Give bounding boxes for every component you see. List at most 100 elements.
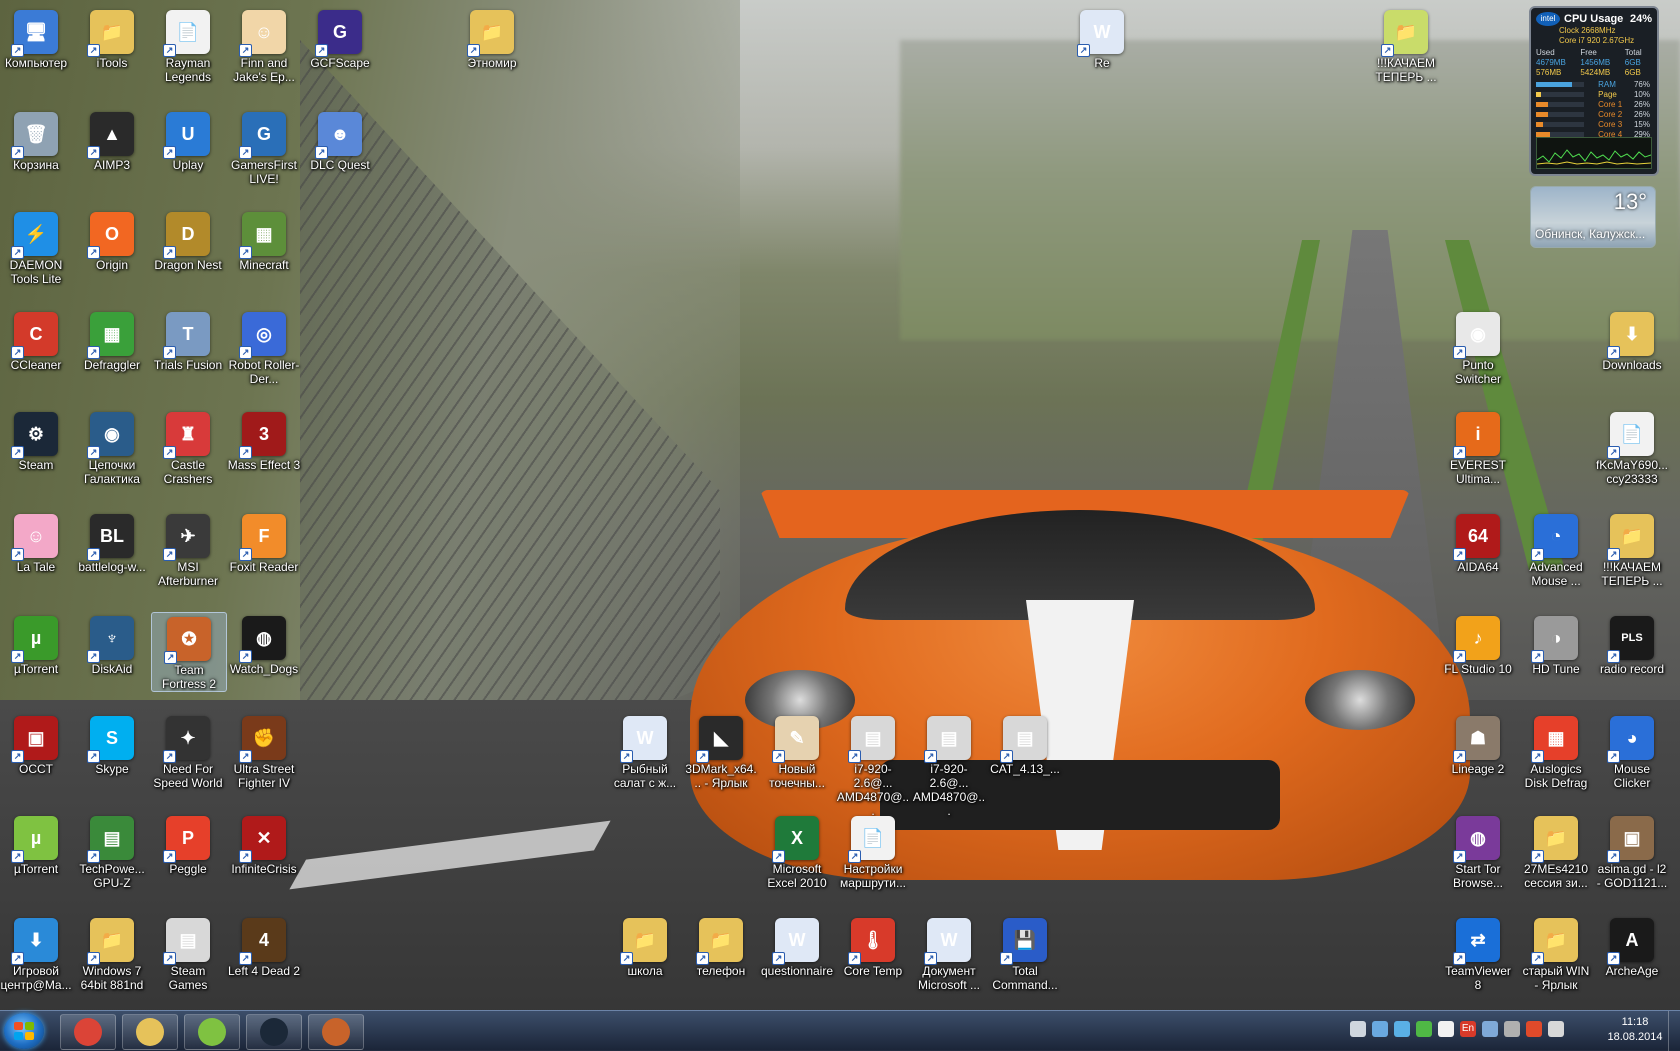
desktop-icon[interactable]: ♜ ↗ Castle Crashers — [151, 408, 225, 486]
desktop-icon[interactable]: 💾 ↗ Total Command... — [988, 914, 1062, 992]
desktop-icon[interactable]: G ↗ GamersFirst LIVE! — [227, 108, 301, 186]
desktop-icon[interactable]: X ↗ Microsoft Excel 2010 — [760, 812, 834, 890]
desktop-icon[interactable]: F ↗ Foxit Reader — [227, 510, 301, 574]
tray-icon[interactable] — [1482, 1021, 1498, 1037]
show-desktop-button[interactable] — [1668, 1011, 1680, 1051]
desktop-icon[interactable]: ⬇ ↗ Downloads — [1595, 308, 1669, 372]
desktop-icon[interactable]: ◔ ↗ Advanced Mouse ... — [1519, 510, 1593, 588]
desktop-icon[interactable]: ⚙ ↗ Steam — [0, 408, 73, 472]
desktop-icon[interactable]: ⬇ ↗ Игровой центр@Ma... — [0, 914, 73, 992]
desktop-icon[interactable]: ◉ ↗ Цепочки Галактика — [75, 408, 149, 486]
desktop-icon[interactable]: 📁 ↗ iTools — [75, 6, 149, 70]
desktop-icon[interactable]: BL ↗ battlelog-w... — [75, 510, 149, 574]
desktop-icon[interactable]: W ↗ questionnaire — [760, 914, 834, 978]
desktop-icon[interactable]: ☻ ↗ DLC Quest — [303, 108, 377, 172]
desktop-icon[interactable]: ◑ ↗ HD Tune — [1519, 612, 1593, 676]
tray-icon[interactable] — [1350, 1021, 1366, 1037]
desktop-icon[interactable]: ♪ ↗ FL Studio 10 — [1441, 612, 1515, 676]
desktop-icon[interactable]: ▦ ↗ Auslogics Disk Defrag — [1519, 712, 1593, 790]
taskbar-explorer-button[interactable] — [122, 1014, 178, 1050]
desktop-icon[interactable]: 📄 ↗ Rayman Legends — [151, 6, 225, 84]
desktop-icon[interactable]: 📁 ↗ 27MEs4210 сессия зи... — [1519, 812, 1593, 890]
desktop-icon[interactable]: 📁 ↗ Этномир — [455, 6, 529, 70]
desktop-icon[interactable]: 64 ↗ AIDA64 — [1441, 510, 1515, 574]
taskbar-steam-button[interactable] — [246, 1014, 302, 1050]
desktop-icon[interactable]: ⚡ ↗ DAEMON Tools Lite — [0, 208, 73, 286]
desktop-icon[interactable]: 🌡 ↗ Core Temp — [836, 914, 910, 978]
desktop-icon[interactable]: ◕ ↗ Mouse Clicker — [1595, 712, 1669, 790]
desktop-icon[interactable]: ☗ ↗ Lineage 2 — [1441, 712, 1515, 776]
desktop-icon[interactable]: ▣ ↗ OCCT — [0, 712, 73, 776]
desktop-icon[interactable]: ▣ ↗ asima.gd - l2 - GOD1121... — [1595, 812, 1669, 890]
desktop-icon[interactable]: ▤ ↗ i7-920-2.6@... AMD4870@... — [912, 712, 986, 818]
desktop-icon[interactable]: ▤ ↗ TechPowe... GPU-Z — [75, 812, 149, 890]
desktop-icon[interactable]: 🖥 ↗ Компьютер — [0, 6, 73, 70]
tray-icon[interactable] — [1372, 1021, 1388, 1037]
desktop-icon-label: asima.gd - l2 - GOD1121... — [1596, 862, 1668, 890]
desktop-icon[interactable]: 4 ↗ Left 4 Dead 2 — [227, 914, 301, 978]
desktop-icon[interactable]: ▤ ↗ i7-920-2.6@... AMD4870@... — [836, 712, 910, 818]
desktop-icon[interactable]: 📄 ↗ Настройки маршрути... — [836, 812, 910, 890]
start-button[interactable] — [4, 1013, 44, 1049]
desktop-icon[interactable]: 📁 ↗ !!!КАЧАЕМ ТЕПЕРЬ ... — [1369, 6, 1443, 84]
desktop-icon[interactable]: D ↗ Dragon Nest — [151, 208, 225, 272]
desktop-icon[interactable]: ♆ ↗ DiskAid — [75, 612, 149, 676]
tray-icon[interactable] — [1526, 1021, 1542, 1037]
desktop-icon[interactable]: ✕ ↗ InfiniteCrisis — [227, 812, 301, 876]
cpu-usage-gadget[interactable]: intel CPU Usage 24% Clock 2668MHz Core i… — [1529, 6, 1659, 176]
desktop-icon[interactable]: W ↗ Документ Microsoft ... — [912, 914, 986, 992]
desktop-icon[interactable]: ◉ ↗ Punto Switcher — [1441, 308, 1515, 386]
tray-icon[interactable] — [1416, 1021, 1432, 1037]
desktop-icon[interactable]: µ ↗ µTorrent — [0, 612, 73, 676]
desktop-icon[interactable]: G ↗ GCFScape — [303, 6, 377, 70]
desktop-icon[interactable]: ✦ ↗ Need For Speed World — [151, 712, 225, 790]
desktop-icon[interactable]: 📁 ↗ школа — [608, 914, 682, 978]
desktop-icon[interactable]: U ↗ Uplay — [151, 108, 225, 172]
desktop-icon[interactable]: ⇄ ↗ TeamViewer 8 — [1441, 914, 1515, 992]
desktop-icon[interactable]: ✪ ↗ Team Fortress 2 — [151, 612, 227, 692]
taskbar-utorrent-button[interactable] — [184, 1014, 240, 1050]
desktop-icon[interactable]: W ↗ Re — [1065, 6, 1139, 70]
desktop-icon[interactable]: ▦ ↗ Minecraft — [227, 208, 301, 272]
desktop-icon[interactable]: 🗑 ↗ Корзина — [0, 108, 73, 172]
desktop-icon[interactable]: ▤ ↗ Steam Games — [151, 914, 225, 992]
desktop-icon[interactable]: W ↗ Рыбный салат с ж... — [608, 712, 682, 790]
desktop-icon[interactable]: 📁 ↗ !!!КАЧАЕМ ТЕПЕРЬ ... — [1595, 510, 1669, 588]
desktop-icon[interactable]: O ↗ Origin — [75, 208, 149, 272]
language-indicator[interactable]: En — [1460, 1021, 1476, 1037]
desktop-icon[interactable]: ▤ ↗ CAT_4.13_... — [988, 712, 1062, 776]
desktop-icon[interactable]: ◍ ↗ Start Tor Browse... — [1441, 812, 1515, 890]
desktop-icon[interactable]: PLS ↗ radio record — [1595, 612, 1669, 676]
desktop-icon[interactable]: 📁 ↗ Windows 7 64bit 881nd — [75, 914, 149, 992]
desktop-icon[interactable]: ✊ ↗ Ultra Street Fighter IV — [227, 712, 301, 790]
taskbar-clock[interactable]: 11:18 18.08.2014 — [1600, 1015, 1670, 1045]
desktop-icon[interactable]: P ↗ Peggle — [151, 812, 225, 876]
desktop-icon[interactable]: 📁 ↗ телефон — [684, 914, 758, 978]
desktop-icon[interactable]: ▲ ↗ AIMP3 — [75, 108, 149, 172]
desktop-icon[interactable]: T ↗ Trials Fusion — [151, 308, 225, 372]
taskbar-chrome-button[interactable] — [60, 1014, 116, 1050]
desktop-icon[interactable]: C ↗ CCleaner — [0, 308, 73, 372]
desktop-icon[interactable]: ☺ ↗ La Tale — [0, 510, 73, 574]
tray-icon[interactable] — [1394, 1021, 1410, 1037]
desktop-icon[interactable]: 📁 ↗ старый WIN - Ярлык — [1519, 914, 1593, 992]
desktop-icon[interactable]: 3 ↗ Mass Effect 3 — [227, 408, 301, 472]
desktop-icon[interactable]: ✎ ↗ Новый точечны... — [760, 712, 834, 790]
tray-icon[interactable] — [1438, 1021, 1454, 1037]
desktop-icon[interactable]: ▦ ↗ Defraggler — [75, 308, 149, 372]
tray-icon[interactable] — [1504, 1021, 1520, 1037]
app-icon: ◣ ↗ — [696, 716, 743, 763]
weather-gadget[interactable]: 13° Обнинск, Калужск... — [1530, 186, 1656, 248]
desktop-icon[interactable]: A ↗ ArcheAge — [1595, 914, 1669, 978]
taskbar-team-fortress-2-button[interactable] — [308, 1014, 364, 1050]
tray-icon[interactable] — [1548, 1021, 1564, 1037]
desktop-icon[interactable]: i ↗ EVEREST Ultima... — [1441, 408, 1515, 486]
desktop-icon[interactable]: ✈ ↗ MSI Afterburner — [151, 510, 225, 588]
desktop-icon[interactable]: ◎ ↗ Robot Roller-Der... — [227, 308, 301, 386]
desktop-icon[interactable]: S ↗ Skype — [75, 712, 149, 776]
desktop-icon[interactable]: ◍ ↗ Watch_Dogs — [227, 612, 301, 676]
desktop-icon[interactable]: µ ↗ µTorrent — [0, 812, 73, 876]
desktop-icon[interactable]: ◣ ↗ 3DMark_x64... - Ярлык — [684, 712, 758, 790]
desktop-icon[interactable]: ☺ ↗ Finn and Jake's Ep... — [227, 6, 301, 84]
desktop-icon[interactable]: 📄 ↗ fKcMaY690... ccy23333 — [1595, 408, 1669, 486]
